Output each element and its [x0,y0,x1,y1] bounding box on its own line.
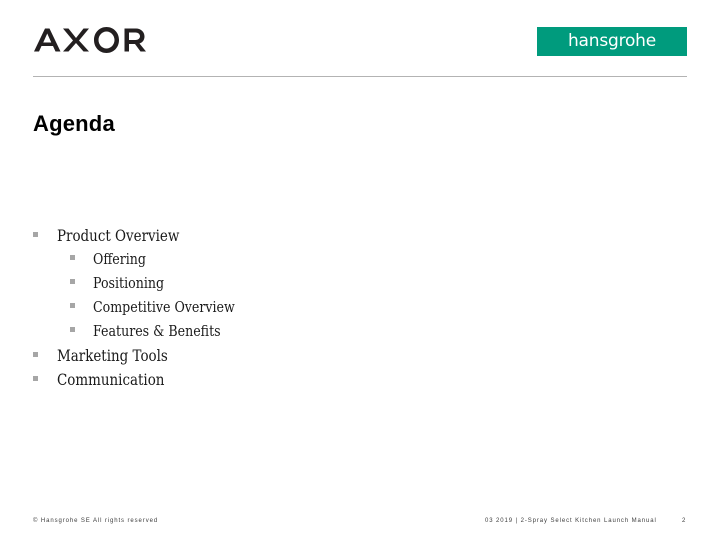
bullet-square-icon [33,352,38,357]
bullet-square-icon [70,303,75,308]
list-item: Competitive Overview [33,298,533,322]
hansgrohe-logo: hansgrohe [537,27,687,56]
bullet-square-icon [33,376,38,381]
list-item: Product Overview [33,226,533,250]
bullet-square-icon [70,279,75,284]
list-item-label: Competitive Overview [93,298,235,316]
list-item: Offering [33,250,533,274]
header-divider [33,76,687,77]
agenda-list: Product Overview Offering Positioning Co… [33,226,533,394]
list-item-label: Features & Benefits [93,322,221,340]
list-item: Marketing Tools [33,346,533,370]
list-item-label: Communication [57,370,165,389]
footer-document-info: 03 2019 | 2-Spray Select Kitchen Launch … [485,518,657,524]
axor-logo [33,25,153,55]
list-item-label: Offering [93,250,146,268]
list-item: Features & Benefits [33,322,533,346]
list-item-label: Product Overview [57,226,180,245]
list-item-label: Positioning [93,274,165,292]
bullet-square-icon [33,232,38,237]
list-item: Positioning [33,274,533,298]
slide-canvas: hansgrohe Agenda Product Overview Offeri… [0,0,720,540]
footer-copyright: © Hansgrohe SE All rights reserved [33,518,159,524]
bullet-square-icon [70,327,75,332]
bullet-square-icon [70,255,75,260]
page-title: Agenda [33,111,115,136]
list-item-label: Marketing Tools [57,346,168,365]
footer-page-number: 2 [682,518,686,524]
list-item: Communication [33,370,533,394]
hansgrohe-logo-text: hansgrohe [567,30,657,51]
